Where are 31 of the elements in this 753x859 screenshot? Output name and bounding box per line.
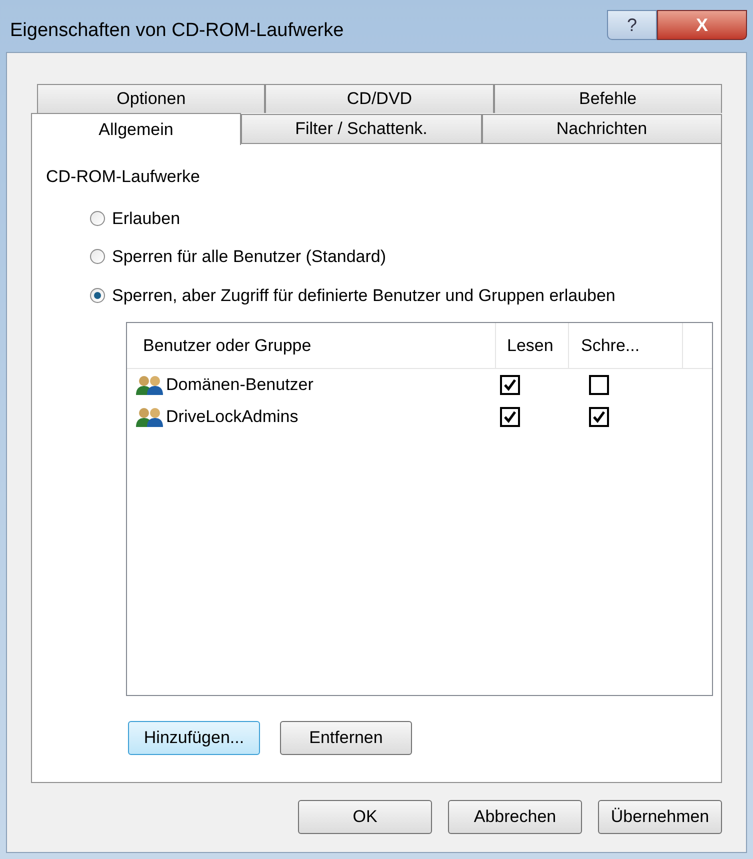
radio-label: Sperren, aber Zugriff für definierte Benutzer und Gruppen erlauben <box>112 284 616 306</box>
radio-button[interactable] <box>90 249 105 264</box>
checkbox[interactable] <box>500 375 520 395</box>
radio-button[interactable] <box>90 210 105 226</box>
radio-button[interactable] <box>90 288 105 303</box>
cancel-button[interactable]: Abbrechen <box>448 800 582 834</box>
column-header[interactable]: Lesen <box>496 323 569 368</box>
column-header[interactable]: Schre... <box>569 323 683 368</box>
remove-button[interactable]: Entfernen <box>280 721 412 755</box>
users-icon <box>135 406 165 428</box>
user-name: Domänen-Benutzer <box>166 374 314 396</box>
apply-button[interactable]: Übernehmen <box>598 800 722 834</box>
add-button[interactable]: Hinzufügen... <box>128 721 260 755</box>
tab[interactable]: Optionen <box>37 84 266 113</box>
tab[interactable]: Befehle <box>494 84 722 113</box>
checkbox[interactable] <box>589 375 609 395</box>
tab[interactable]: CD/DVD <box>265 84 494 113</box>
radio-label: Erlauben <box>112 208 180 230</box>
tab[interactable]: Nachrichten <box>482 114 722 143</box>
ok-button[interactable]: OK <box>298 800 432 834</box>
checkbox[interactable] <box>589 407 609 427</box>
help-button[interactable]: ? <box>607 10 657 40</box>
tab[interactable]: Filter / Schattenk. <box>241 114 482 143</box>
users-icon <box>135 374 165 396</box>
window-title: Eigenschaften von CD-ROM-Laufwerke <box>10 18 344 43</box>
tab[interactable]: Allgemein <box>31 113 241 145</box>
user-name: DriveLockAdmins <box>166 406 298 428</box>
checkbox[interactable] <box>500 407 520 427</box>
radio-label: Sperren für alle Benutzer (Standard) <box>112 246 386 268</box>
column-header[interactable]: Benutzer oder Gruppe <box>127 323 496 368</box>
group-label: CD-ROM-Laufwerke <box>46 166 201 188</box>
